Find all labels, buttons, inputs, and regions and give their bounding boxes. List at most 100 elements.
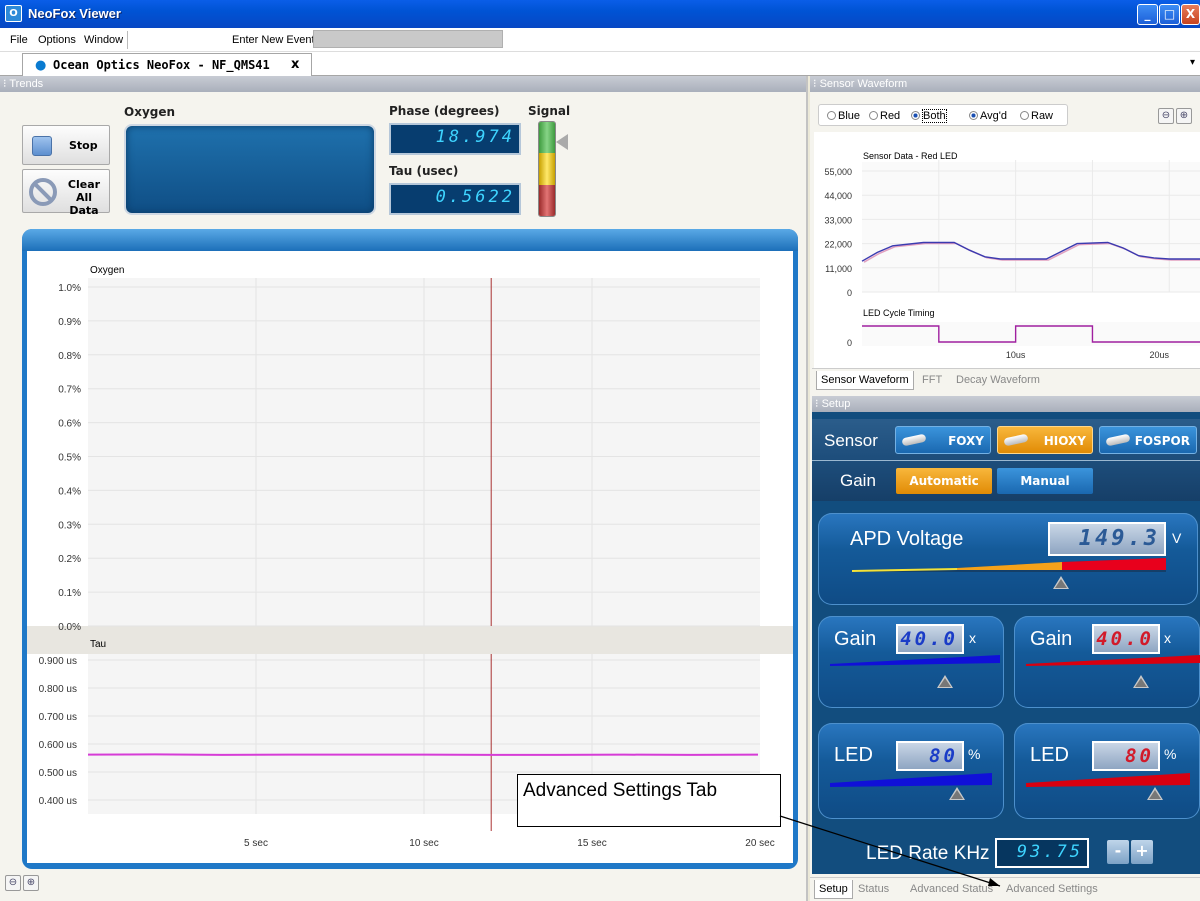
gain-automatic-button[interactable]: Automatic — [896, 468, 992, 494]
timing-x-tick: 10us — [1006, 350, 1026, 360]
gain-manual-button[interactable]: Manual — [997, 468, 1093, 494]
led-rate-minus-button[interactable]: - — [1107, 840, 1129, 864]
oxygen-y-tick: 0.4% — [58, 486, 81, 497]
sensor-fospor-label: FOSPOR — [1134, 434, 1190, 448]
app-window: O NeoFox Viewer _ □ X File Options Windo… — [0, 0, 1200, 901]
led-blue-unit: % — [968, 746, 981, 762]
sensor-fospor-button[interactable]: FOSPOR — [1099, 426, 1197, 454]
oxygen-y-tick: 0.2% — [58, 554, 81, 565]
sensor-y-tick: 11,000 — [825, 264, 852, 274]
document-tab-close-icon[interactable]: x — [291, 57, 299, 72]
radio-red[interactable]: Red — [869, 110, 900, 122]
trends-title: Trends — [9, 78, 44, 90]
callout-arrow-head — [988, 878, 1000, 886]
oxygen-display — [124, 124, 376, 215]
document-tab[interactable]: ● Ocean Optics NeoFox - NF_QMS41 x — [22, 53, 312, 76]
radio-avgd[interactable]: Avg'd — [969, 110, 1007, 122]
tab-sensor-waveform[interactable]: Sensor Waveform — [816, 371, 914, 390]
sensor-plot-bg — [862, 162, 1200, 292]
probe-icon — [1105, 433, 1131, 447]
signal-pointer-icon — [556, 134, 568, 150]
probe-icon — [901, 433, 927, 447]
stop-label: Stop — [69, 139, 98, 152]
trends-chart-svg: Oxygen Tau 1.0% 0.9% 0.8% 0.7% 0.6% 0.5% 0.4% 0… — [27, 265, 793, 849]
gain-blue-label: Gain — [834, 628, 877, 650]
tab-advanced-settings[interactable]: Advanced Settings — [1002, 880, 1102, 898]
sensor-y-tick: 0 — [847, 288, 852, 298]
minimize-button[interactable]: _ — [1137, 4, 1158, 25]
tau-y-tick: 0.600 us — [39, 740, 77, 751]
tau-y-tick: 0.500 us — [39, 768, 77, 779]
radio-dot-icon — [969, 111, 978, 120]
menu-window[interactable]: Window — [84, 34, 123, 46]
close-button[interactable]: X — [1181, 4, 1200, 25]
document-tab-label: Ocean Optics NeoFox - NF_QMS41 — [53, 58, 270, 72]
tau-y-tick: 0.400 us — [39, 796, 77, 807]
radio-raw-label: Raw — [1031, 110, 1054, 122]
gain-red-slider[interactable] — [1026, 655, 1200, 667]
led-blue-slider[interactable] — [830, 771, 992, 787]
menu-options[interactable]: Options — [38, 34, 76, 46]
radio-both-label: Both — [922, 109, 947, 123]
sensor-hioxy-button[interactable]: HIOXY — [997, 426, 1093, 454]
radio-dot-icon — [1020, 111, 1029, 120]
radio-blue[interactable]: Blue — [827, 110, 860, 122]
apd-voltage-slider[interactable] — [852, 558, 1166, 572]
led-blue-display[interactable]: 80 — [896, 741, 964, 771]
tab-decay-waveform[interactable]: Decay Waveform — [952, 371, 1044, 389]
radio-both[interactable]: Both — [911, 109, 947, 123]
apd-voltage-display[interactable]: 149.3 — [1048, 522, 1166, 556]
tau-y-tick: 0.700 us — [39, 712, 77, 723]
signal-meter — [538, 121, 556, 217]
sensor-y-tick: 33,000 — [824, 215, 852, 225]
gain-blue-thumb-icon[interactable] — [937, 675, 953, 688]
led-red-label: LED — [1030, 744, 1069, 766]
waveform-title: Sensor Waveform — [819, 78, 908, 90]
sensor-foxy-button[interactable]: FOXY — [895, 426, 991, 454]
tab-scroll-icon[interactable]: ▾ — [1190, 57, 1195, 68]
led-rate-plus-button[interactable]: + — [1131, 840, 1153, 864]
gain-blue-display[interactable]: 40.0 — [896, 624, 964, 654]
radio-blue-label: Blue — [838, 110, 861, 122]
oxygen-y-tick: 0.7% — [58, 385, 81, 396]
event-input[interactable] — [313, 30, 503, 48]
tau-value-display: 0.5622 — [389, 183, 521, 215]
apd-slider-track — [852, 558, 1166, 572]
zoom-in-icon[interactable]: ⊕ — [23, 875, 39, 891]
led-red-thumb-icon[interactable] — [1147, 787, 1163, 800]
clear-all-data-button[interactable]: Clear All Data — [22, 169, 110, 217]
zoom-out-icon[interactable]: ⊖ — [1158, 108, 1174, 124]
tab-fft[interactable]: FFT — [918, 371, 946, 389]
stop-button[interactable]: Stop — [22, 125, 110, 165]
trends-header: ⁝ Trends — [0, 76, 806, 92]
setup-header: ⁝ Setup — [812, 396, 1200, 412]
led-red-slider[interactable] — [1026, 771, 1190, 787]
tau-y-tick: 0.900 us — [39, 656, 77, 667]
title-bar: O NeoFox Viewer _ □ X — [0, 0, 1200, 28]
oxygen-y-tick: 0.0% — [58, 622, 81, 633]
gain-red-thumb-icon[interactable] — [1133, 675, 1149, 688]
signal-red-segment — [539, 184, 555, 216]
apd-slider-thumb-icon[interactable] — [1053, 576, 1069, 589]
gain-blue-slider[interactable] — [830, 655, 1000, 667]
led-blue-thumb-icon[interactable] — [949, 787, 965, 800]
apd-track-red — [1062, 558, 1166, 570]
led-red-display[interactable]: 80 — [1092, 741, 1160, 771]
radio-raw[interactable]: Raw — [1020, 110, 1053, 122]
gain-red-track — [1026, 655, 1200, 666]
zoom-in-icon[interactable]: ⊕ — [1176, 108, 1192, 124]
oxygen-label: Oxygen — [124, 105, 176, 119]
waveform-tabs: Sensor Waveform FFT Decay Waveform — [812, 368, 1200, 390]
oxygen-y-tick: 0.1% — [58, 588, 81, 599]
gain-red-display[interactable]: 40.0 — [1092, 624, 1160, 654]
timing-y-tick: 0 — [847, 338, 852, 348]
radio-avgd-label: Avg'd — [980, 110, 1007, 122]
timing-chart-title: LED Cycle Timing — [863, 308, 935, 318]
oxygen-y-tick: 1.0% — [58, 283, 81, 294]
prohibited-icon — [29, 178, 57, 206]
maximize-button[interactable]: □ — [1159, 4, 1180, 25]
oxygen-y-tick: 0.6% — [58, 419, 81, 430]
menu-file[interactable]: File — [10, 34, 28, 46]
zoom-out-icon[interactable]: ⊖ — [5, 875, 21, 891]
sensor-hioxy-label: HIOXY — [1043, 434, 1086, 448]
